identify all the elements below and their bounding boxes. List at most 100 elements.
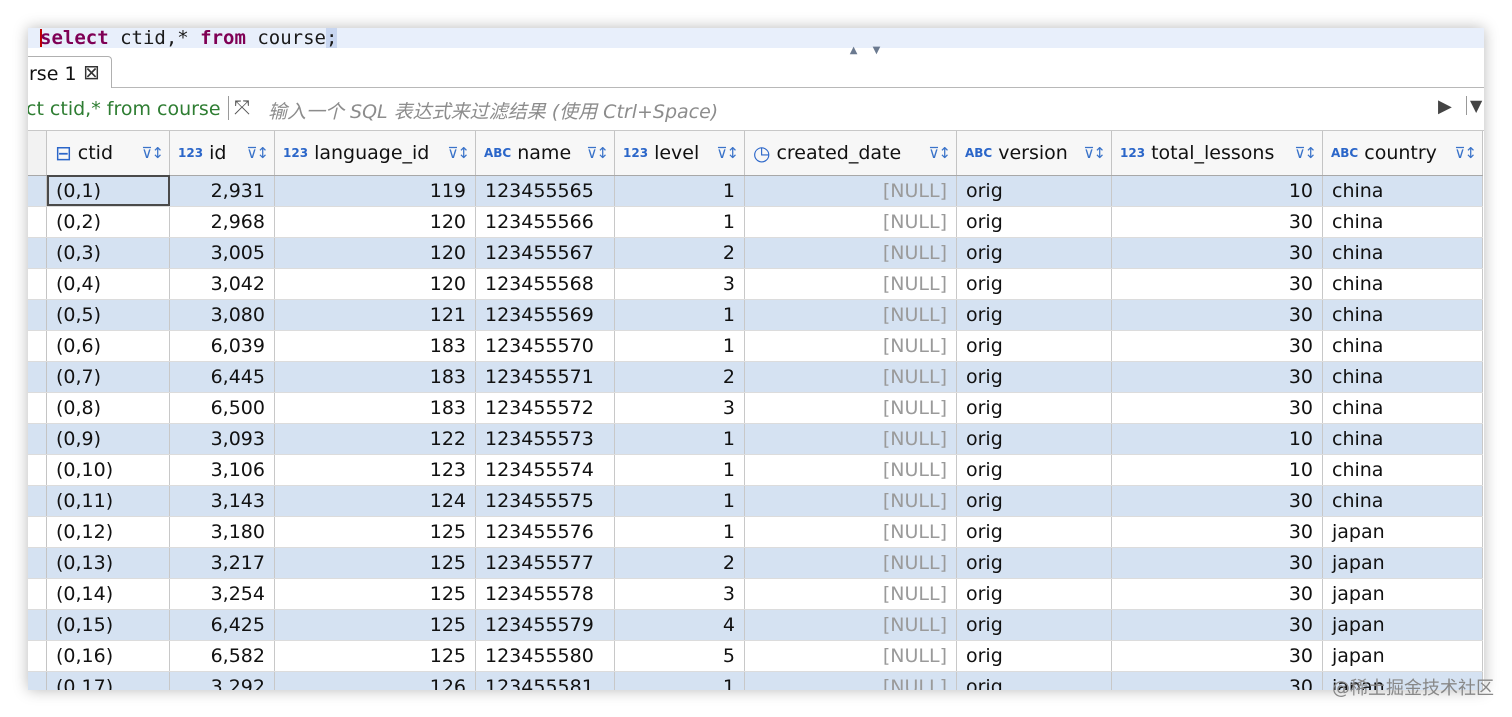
cell-ctid[interactable]: (0,2) (46, 206, 170, 238)
cell-country[interactable]: china (1322, 423, 1483, 455)
cell-language-id[interactable]: 125 (274, 547, 476, 579)
cell-name[interactable]: 123455568 (475, 268, 615, 300)
row-gutter[interactable] (28, 516, 47, 548)
table-row[interactable]: (0,4) 3,042 120 123455568 3 [NULL] orig 30 china (28, 268, 1483, 300)
cell-ctid[interactable]: (0,16) (46, 640, 170, 672)
cell-language-id[interactable]: 125 (274, 640, 476, 672)
cell-language-id[interactable]: 183 (274, 361, 476, 393)
cell-level[interactable]: 1 (614, 299, 745, 331)
cell-name[interactable]: 123455569 (475, 299, 615, 331)
cell-language-id[interactable]: 120 (274, 206, 476, 238)
cell-language-id[interactable]: 125 (274, 609, 476, 641)
cell-level[interactable]: 3 (614, 268, 745, 300)
cell-id[interactable]: 3,093 (169, 423, 275, 455)
cell-total-lessons[interactable]: 10 (1111, 423, 1323, 455)
cell-version[interactable]: orig (956, 671, 1112, 690)
cell-version[interactable]: orig (956, 268, 1112, 300)
column-header-total-lessons[interactable]: 123 total_lessons ⊽↕ (1111, 131, 1323, 176)
panel-splitter-arrows[interactable]: ▲ ▼ (848, 46, 888, 56)
cell-level[interactable]: 1 (614, 206, 745, 238)
cell-id[interactable]: 3,143 (169, 485, 275, 517)
cell-ctid[interactable]: (0,4) (46, 268, 170, 300)
cell-ctid[interactable]: (0,14) (46, 578, 170, 610)
cell-level[interactable]: 3 (614, 578, 745, 610)
cell-level[interactable]: 2 (614, 361, 745, 393)
cell-version[interactable]: orig (956, 175, 1112, 207)
cell-language-id[interactable]: 121 (274, 299, 476, 331)
cell-name[interactable]: 123455579 (475, 609, 615, 641)
cell-version[interactable]: orig (956, 640, 1112, 672)
cell-country[interactable]: china (1322, 175, 1483, 207)
cell-level[interactable]: 4 (614, 609, 745, 641)
cell-created-date[interactable]: [NULL] (744, 671, 957, 690)
cell-created-date[interactable]: [NULL] (744, 299, 957, 331)
cell-total-lessons[interactable]: 30 (1111, 206, 1323, 238)
cell-name[interactable]: 123455567 (475, 237, 615, 269)
cell-id[interactable]: 3,292 (169, 671, 275, 690)
cell-country[interactable]: china (1322, 237, 1483, 269)
table-row[interactable]: (0,17) 3,292 126 123455581 1 [NULL] orig 30 japa… (28, 671, 1483, 690)
cell-version[interactable]: orig (956, 454, 1112, 486)
row-gutter[interactable] (28, 671, 47, 690)
cell-name[interactable]: 123455577 (475, 547, 615, 579)
cell-country[interactable]: china (1322, 454, 1483, 486)
cell-version[interactable]: orig (956, 423, 1112, 455)
sql-editor[interactable]: select ctid,* from course; (28, 28, 1484, 48)
cell-language-id[interactable]: 125 (274, 516, 476, 548)
table-row[interactable]: (0,14) 3,254 125 123455578 3 [NULL] orig 30 japa… (28, 578, 1483, 610)
cell-created-date[interactable]: [NULL] (744, 454, 957, 486)
table-row[interactable]: (0,8) 6,500 183 123455572 3 [NULL] orig 30 china (28, 392, 1483, 424)
cell-country[interactable]: japan (1322, 547, 1483, 579)
cell-ctid[interactable]: (0,8) (46, 392, 170, 424)
row-gutter[interactable] (28, 578, 47, 610)
cell-version[interactable]: orig (956, 237, 1112, 269)
table-row[interactable]: (0,9) 3,093 122 123455573 1 [NULL] orig 10 china (28, 423, 1483, 455)
row-gutter[interactable] (28, 268, 47, 300)
row-gutter[interactable] (28, 640, 47, 672)
cell-total-lessons[interactable]: 30 (1111, 516, 1323, 548)
filter-sort-icon[interactable]: ⊽↕ (447, 144, 470, 162)
cell-level[interactable]: 1 (614, 671, 745, 690)
cell-language-id[interactable]: 120 (274, 237, 476, 269)
cell-created-date[interactable]: [NULL] (744, 175, 957, 207)
cell-name[interactable]: 123455576 (475, 516, 615, 548)
cell-level[interactable]: 1 (614, 516, 745, 548)
cell-id[interactable]: 2,931 (169, 175, 275, 207)
cell-id[interactable]: 3,254 (169, 578, 275, 610)
cell-name[interactable]: 123455573 (475, 423, 615, 455)
cell-version[interactable]: orig (956, 547, 1112, 579)
cell-id[interactable]: 6,039 (169, 330, 275, 362)
cell-id[interactable]: 3,005 (169, 237, 275, 269)
row-gutter[interactable] (28, 609, 47, 641)
cell-total-lessons[interactable]: 30 (1111, 361, 1323, 393)
cell-ctid[interactable]: (0,10) (46, 454, 170, 486)
row-gutter[interactable] (28, 206, 47, 238)
column-header-name[interactable]: ABC name ⊽↕ (475, 131, 615, 176)
column-header-language-id[interactable]: 123 language_id ⊽↕ (274, 131, 476, 176)
cell-language-id[interactable]: 125 (274, 578, 476, 610)
cell-ctid[interactable]: (0,7) (46, 361, 170, 393)
cell-level[interactable]: 1 (614, 454, 745, 486)
cell-ctid[interactable]: (0,12) (46, 516, 170, 548)
cell-name[interactable]: 123455581 (475, 671, 615, 690)
table-row[interactable]: (0,13) 3,217 125 123455577 2 [NULL] orig 30 japa… (28, 547, 1483, 579)
filter-sort-icon[interactable]: ⊽↕ (586, 144, 609, 162)
cell-total-lessons[interactable]: 30 (1111, 609, 1323, 641)
cell-id[interactable]: 3,106 (169, 454, 275, 486)
filter-history-dropdown-icon[interactable]: ▼ (1466, 96, 1482, 115)
cell-total-lessons[interactable]: 30 (1111, 485, 1323, 517)
cell-name[interactable]: 123455566 (475, 206, 615, 238)
cell-id[interactable]: 6,425 (169, 609, 275, 641)
cell-country[interactable]: china (1322, 392, 1483, 424)
table-row[interactable]: (0,11) 3,143 124 123455575 1 [NULL] orig 30 chin… (28, 485, 1483, 517)
cell-ctid[interactable]: (0,5) (46, 299, 170, 331)
cell-id[interactable]: 3,180 (169, 516, 275, 548)
cell-ctid[interactable]: (0,6) (46, 330, 170, 362)
filter-sort-icon[interactable]: ⊽↕ (246, 144, 269, 162)
tab-course-1[interactable]: rse 1 ⊠ (28, 56, 112, 88)
cell-country[interactable]: japan (1322, 640, 1483, 672)
table-row[interactable]: (0,1) 2,931 119 123455565 1 [NULL] orig 10 china (28, 175, 1483, 207)
table-row[interactable]: (0,12) 3,180 125 123455576 1 [NULL] orig 30 japa… (28, 516, 1483, 548)
cell-created-date[interactable]: [NULL] (744, 423, 957, 455)
cell-version[interactable]: orig (956, 330, 1112, 362)
